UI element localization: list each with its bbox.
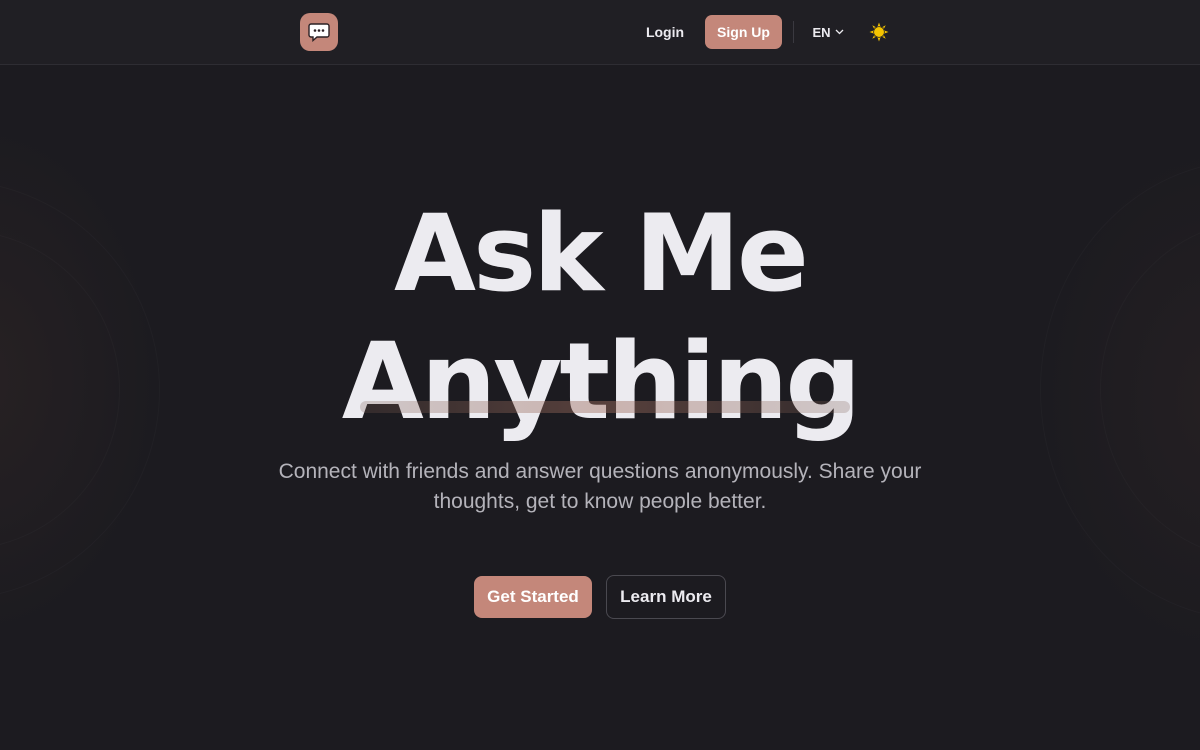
theme-toggle-button[interactable]: [866, 19, 892, 45]
title-highlight-bar: [360, 401, 850, 413]
sun-icon: [869, 22, 889, 42]
hero-subtitle: Connect with friends and answer question…: [278, 460, 922, 513]
chevron-down-icon: [835, 29, 843, 35]
app-logo[interactable]: [300, 13, 338, 51]
nav-divider: [793, 21, 794, 43]
hero-title-line-1: Ask Me: [394, 192, 809, 315]
hero-title-line-2: Anything: [341, 320, 861, 443]
top-navbar: Login Sign Up EN: [0, 0, 1200, 65]
get-started-button[interactable]: Get Started: [474, 576, 592, 618]
signup-button[interactable]: Sign Up: [705, 15, 782, 49]
language-selector[interactable]: EN: [806, 16, 850, 48]
learn-more-button[interactable]: Learn More: [606, 575, 726, 619]
language-label: EN: [812, 24, 831, 40]
chat-bubble-icon: [308, 23, 330, 42]
login-link[interactable]: Login: [638, 16, 692, 48]
landing-page: Login Sign Up EN Ask Me Anything Connect…: [0, 0, 1200, 750]
